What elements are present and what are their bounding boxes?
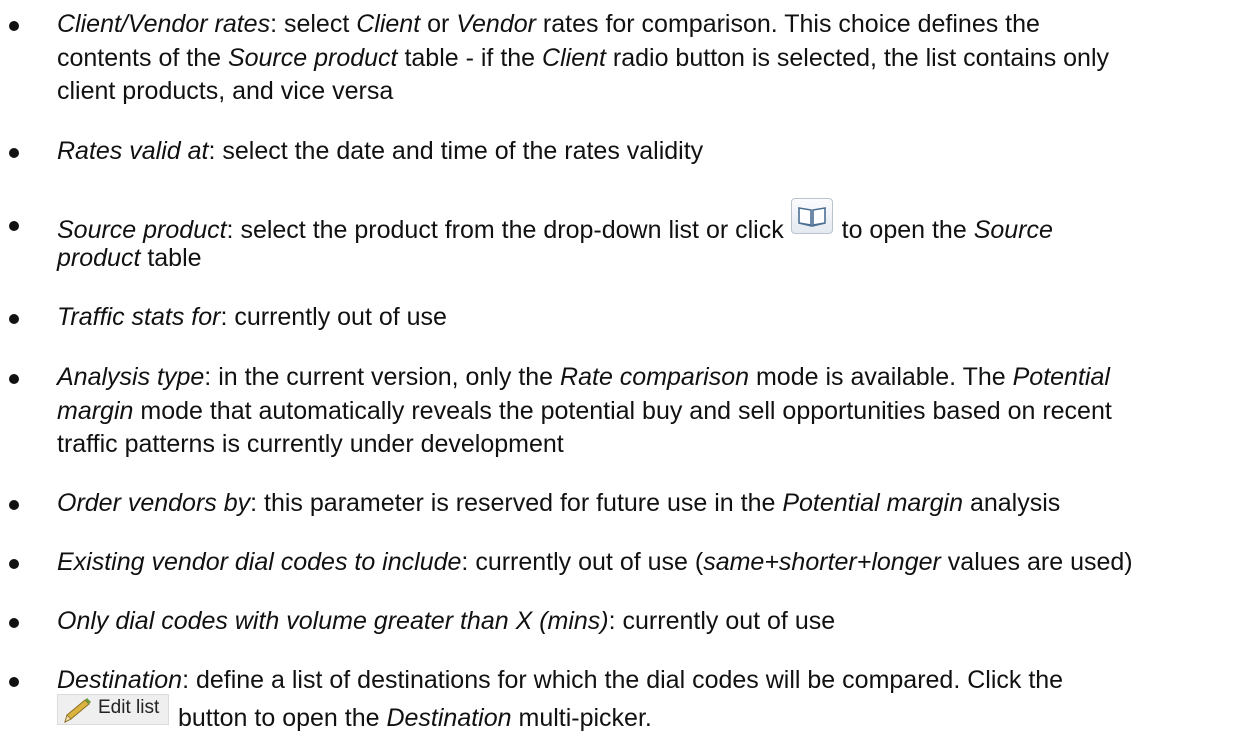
plain-text: : currently out of use (608, 607, 836, 635)
text-line: product table (57, 242, 1243, 276)
plain-text: analysis (963, 489, 1061, 517)
text-segment: to open the Source (835, 216, 1053, 244)
italic-term: Analysis type (57, 363, 205, 391)
plain-text: or (420, 10, 457, 38)
plain-text: mode that automatically reveals the pote… (133, 396, 1112, 425)
item-text: Destination: define a list of destinatio… (57, 664, 1243, 732)
italic-term: Traffic stats for (57, 303, 221, 331)
item-text: Rates valid at: select the date and time… (57, 135, 1243, 169)
plain-text: traffic patterns is currently under deve… (57, 430, 564, 458)
italic-term: Client/Vendor rates (57, 10, 271, 38)
plain-text: : select (270, 10, 357, 38)
text-line: Existing vendor dial codes to include: c… (57, 546, 1243, 580)
bullet-dot (9, 677, 19, 687)
text-line: Analysis type: in the current version, o… (57, 361, 1243, 395)
bullet-dot (9, 618, 19, 628)
text-line: client products, and vice versa (57, 75, 1243, 109)
text-segment: Source product: select the product from … (57, 216, 791, 244)
text-segment: button to open the Destination multi-pic… (171, 704, 652, 732)
italic-term: Rate comparison (560, 363, 750, 391)
item-text: Traffic stats for: currently out of use (57, 301, 1243, 335)
bullet-dot (9, 374, 19, 384)
bullet-dot (9, 314, 19, 324)
italic-term: Client (356, 10, 421, 38)
bullet-dot (9, 148, 19, 158)
bullet-dot (9, 221, 19, 231)
text-line: Only dial codes with volume greater than… (57, 605, 1243, 639)
plain-text: : currently out of use ( (461, 548, 704, 576)
text-line: contents of the Source product table - i… (57, 42, 1243, 76)
text-line: Destination: define a list of destinatio… (57, 664, 1243, 698)
plain-text: table - if the (397, 43, 543, 72)
text-line: Traffic stats for: currently out of use (57, 301, 1243, 335)
plain-text: : define a list of destinations for whic… (182, 666, 1064, 694)
plain-text: : select the date and time of the rates … (208, 137, 704, 165)
item-text: Analysis type: in the current version, o… (57, 361, 1243, 462)
italic-term: Potential margin (782, 489, 963, 517)
plain-text: : currently out of use (220, 303, 447, 331)
text-line: Order vendors by: this parameter is rese… (57, 487, 1243, 521)
bullet-dot (9, 559, 19, 569)
item-text: Order vendors by: this parameter is rese… (57, 487, 1243, 521)
italic-term: Source product (57, 216, 227, 244)
plain-text: : select the product from the drop-down … (226, 216, 791, 244)
bullet-dot (9, 500, 19, 510)
italic-term: Client (542, 43, 606, 72)
plain-text: radio button is selected, the list conta… (605, 43, 1110, 72)
plain-text: multi-picker. (511, 703, 652, 732)
plain-text: mode is available. The (749, 363, 1013, 391)
plain-text: button to open the (171, 703, 387, 732)
italic-term: margin (57, 396, 134, 425)
book-icon[interactable] (790, 198, 833, 234)
text-line: Edit list button to open the Destination… (57, 693, 1243, 732)
plain-text: rates for comparison. This choice define… (535, 10, 1040, 38)
italic-term: Destination (386, 703, 512, 732)
italic-term: Existing vendor dial codes to include (57, 548, 462, 576)
edit-list-button[interactable]: Edit list (57, 693, 169, 725)
text-line: Rates valid at: select the date and time… (57, 135, 1243, 169)
bullet-dot (9, 21, 19, 31)
text-line: Source product: select the product from … (57, 198, 1243, 244)
italic-term: product (57, 243, 141, 272)
plain-text: table (140, 243, 202, 272)
item-text: Only dial codes with volume greater than… (57, 605, 1243, 639)
plain-text: contents of the (57, 43, 228, 72)
text-line: traffic patterns is currently under deve… (57, 428, 1243, 462)
italic-term: Source product (227, 43, 398, 72)
italic-term: Potential (1012, 363, 1110, 391)
plain-text: : in the current version, only the (204, 363, 561, 391)
italic-term: Order vendors by (57, 489, 251, 517)
italic-term: Destination (57, 666, 183, 694)
plain-text: client products, and vice versa (57, 77, 394, 105)
italic-term: Source (973, 216, 1053, 244)
italic-term: Vendor (456, 10, 536, 38)
plain-text: to open the (834, 216, 974, 244)
text-line: Client/Vendor rates: select Client or Ve… (57, 8, 1243, 42)
text-line: margin mode that automatically reveals t… (57, 395, 1243, 429)
plain-text: : this parameter is reserved for future … (250, 489, 783, 517)
italic-term: Rates valid at (57, 137, 209, 165)
item-text: Client/Vendor rates: select Client or Ve… (57, 8, 1243, 109)
plain-text: values are used) (940, 548, 1133, 576)
edit-list-label: Edit list (98, 696, 160, 718)
italic-term: Only dial codes with volume greater than… (57, 607, 609, 635)
item-text: Existing vendor dial codes to include: c… (57, 546, 1243, 580)
italic-term: same+shorter+longer (703, 548, 941, 576)
item-text: Source product: select the product from … (57, 198, 1243, 276)
pencil-icon (64, 697, 91, 723)
